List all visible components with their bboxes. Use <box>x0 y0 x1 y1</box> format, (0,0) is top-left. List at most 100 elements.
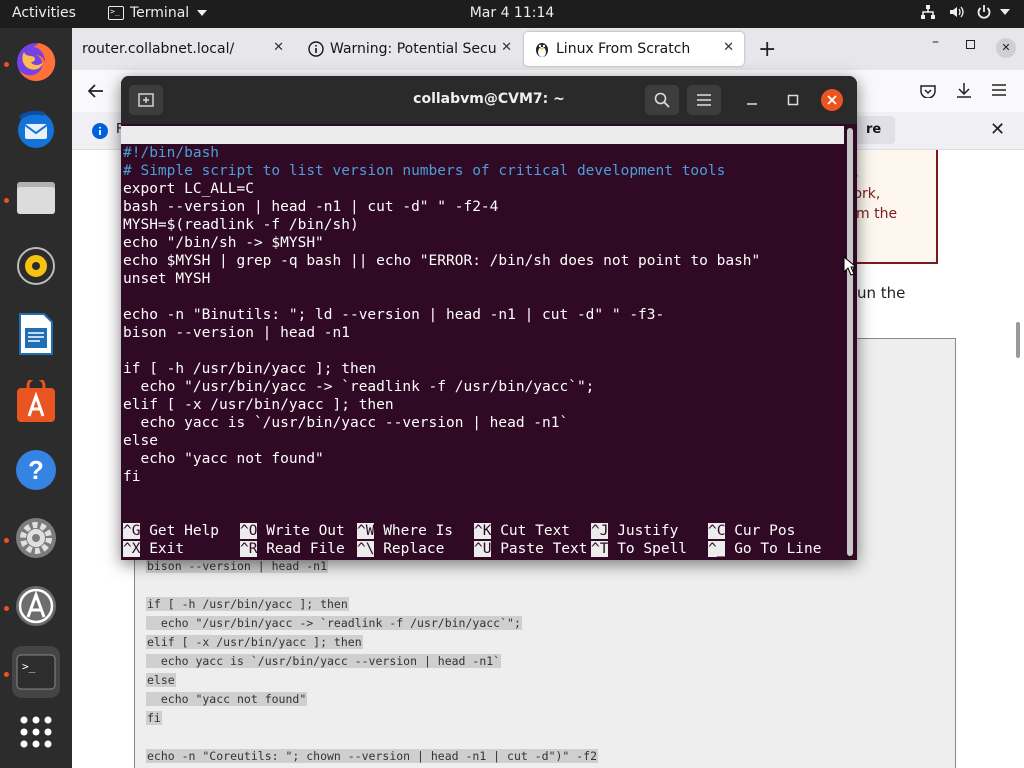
browser-tab-warning[interactable]: Warning: Potential Securi ✕ <box>298 32 522 66</box>
maximize-icon <box>787 94 799 106</box>
mouse-pointer-icon <box>843 256 857 276</box>
tab-label: router.collabnet.local/ <box>82 41 235 57</box>
download-icon[interactable] <box>956 82 972 98</box>
notification-button[interactable]: re <box>852 116 896 144</box>
tab-strip: router.collabnet.local/ ✕ Warning: Poten… <box>72 28 1024 70</box>
nano-shortcut: ^_ Go To Line <box>708 540 822 558</box>
new-tab-button[interactable]: + <box>758 37 776 62</box>
svg-text:?: ? <box>28 455 44 485</box>
top-bar: Activities >_ Terminal Mar 4 11:14 <box>0 0 1024 28</box>
shortcut-label: Where Is <box>383 523 454 539</box>
minimize-icon[interactable]: – <box>932 34 939 50</box>
page-text: un the <box>857 284 906 302</box>
close-window-icon[interactable]: ✕ <box>996 38 1016 58</box>
shortcut-key: ^T <box>591 541 609 557</box>
nano-line: # Simple script to list version numbers … <box>123 163 726 179</box>
shortcut-label: Justify <box>617 523 679 539</box>
nano-line: echo "/bin/sh -> $MYSH" <box>123 235 324 251</box>
shortcut-key: ^K <box>474 523 492 539</box>
nano-shortcut: ^C Cur Pos <box>708 522 795 540</box>
search-icon <box>654 92 670 108</box>
nano-shortcut: ^\ Replace <box>357 540 444 558</box>
shortcut-label: Cut Text <box>500 523 571 539</box>
nano-line: unset MYSH <box>123 271 211 287</box>
app-menu-label: Terminal <box>130 5 190 21</box>
menu-icon <box>697 94 711 106</box>
nano-line: echo "yacc not found" <box>123 451 324 467</box>
nano-shortcut: ^X Exit <box>123 540 184 558</box>
shortcut-key: ^X <box>123 541 141 557</box>
terminal-app-icon: >_ <box>108 6 124 20</box>
volume-icon <box>950 6 964 18</box>
hamburger-menu-button[interactable] <box>687 85 721 115</box>
nano-shortcut: ^U Paste Text <box>474 540 588 558</box>
browser-tab-lfs[interactable]: Linux From Scratch ✕ <box>524 32 744 66</box>
maximize-button[interactable] <box>776 85 810 115</box>
close-icon[interactable]: ✕ <box>990 119 1005 140</box>
nano-shortcut: ^G Get Help <box>123 522 219 540</box>
search-button[interactable] <box>645 85 679 115</box>
shortcut-key: ^O <box>240 523 258 539</box>
nano-line: #!/bin/bash <box>123 145 220 161</box>
thunderbird-icon[interactable] <box>12 106 60 154</box>
terminal-header[interactable]: collabvm@CVM7: ~ <box>121 76 857 124</box>
close-button[interactable] <box>821 89 843 111</box>
new-tab-button[interactable] <box>129 85 163 115</box>
shortcut-label: Write Out <box>266 523 345 539</box>
nano-shortcut: ^J Justify <box>591 522 678 540</box>
nano-line: elif [ -x /usr/bin/yacc ]; then <box>123 397 394 413</box>
minimize-button[interactable] <box>735 85 769 115</box>
browser-tab-router[interactable]: router.collabnet.local/ ✕ <box>72 32 294 66</box>
firefox-icon[interactable] <box>12 38 60 86</box>
files-icon[interactable] <box>12 174 60 222</box>
terminal-scrollbar[interactable] <box>847 128 853 556</box>
app-menu[interactable]: >_ Terminal <box>108 5 208 21</box>
maximize-icon[interactable] <box>966 40 975 49</box>
back-icon[interactable] <box>88 84 104 98</box>
nano-shortcut: ^W Where Is <box>357 522 453 540</box>
shortcut-key: ^R <box>240 541 258 557</box>
shortcut-label: Get Help <box>149 523 220 539</box>
nano-line: bash --version | head -n1 | cut -d" " -f… <box>123 199 499 215</box>
network-icon <box>921 5 935 19</box>
svg-text:>_: >_ <box>22 660 36 673</box>
chevron-down-icon <box>1000 9 1010 15</box>
new-tab-icon <box>138 93 154 107</box>
nano-editor[interactable]: GNU nano 4.8 New Buffer Modified #!/bin/… <box>121 124 847 560</box>
libreoffice-writer-icon[interactable] <box>12 310 60 358</box>
nano-line: bison --version | head -n1 <box>123 325 350 341</box>
shortcut-label: Replace <box>383 541 445 557</box>
show-applications-icon[interactable] <box>12 708 60 756</box>
software-updater-icon[interactable] <box>12 582 60 630</box>
page-scrollbar[interactable] <box>1016 322 1020 358</box>
activities-button[interactable]: Activities <box>12 5 76 21</box>
close-icon[interactable]: ✕ <box>273 40 284 55</box>
close-icon[interactable]: ✕ <box>497 40 512 55</box>
ubuntu-software-icon[interactable] <box>12 378 60 426</box>
shortcut-label: Read File <box>266 541 345 557</box>
rhythmbox-icon[interactable] <box>12 242 60 290</box>
info-icon <box>308 41 324 57</box>
nano-line: if [ -h /usr/bin/yacc ]; then <box>123 361 377 377</box>
pocket-icon[interactable] <box>920 84 936 98</box>
shortcut-label: Exit <box>149 541 185 557</box>
system-tray[interactable] <box>920 4 1010 20</box>
nano-line: MYSH=$(readlink -f /bin/sh) <box>123 217 359 233</box>
nano-shortcut: ^K Cut Text <box>474 522 570 540</box>
shortcut-label: To Spell <box>617 541 688 557</box>
shortcut-key: ^C <box>708 523 726 539</box>
menu-icon[interactable] <box>992 84 1006 96</box>
shortcut-label: Cur Pos <box>734 523 796 539</box>
close-icon[interactable]: ✕ <box>723 40 734 55</box>
terminal-dock-icon[interactable]: >_ <box>12 646 60 698</box>
shortcut-key: ^\ <box>357 541 375 557</box>
nano-shortcut: ^R Read File <box>240 540 345 558</box>
nano-shortcut: ^T To Spell <box>591 540 687 558</box>
nano-title-bar: GNU nano 4.8 New Buffer Modified <box>121 126 844 197</box>
settings-icon[interactable] <box>12 514 60 562</box>
help-icon[interactable]: ? <box>12 446 60 494</box>
terminal-window: collabvm@CVM7: ~ GNU nano 4.8 New Buffer… <box>121 76 857 560</box>
tux-icon <box>536 43 548 57</box>
tab-label: Warning: Potential Securi <box>330 41 507 57</box>
shortcut-label: Go To Line <box>734 541 822 557</box>
